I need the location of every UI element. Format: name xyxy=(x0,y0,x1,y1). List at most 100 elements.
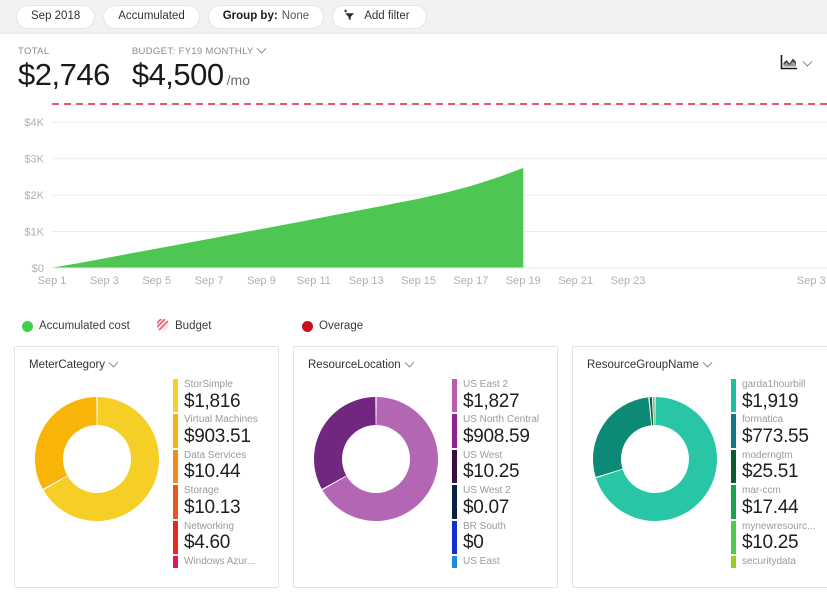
legend-item-name: Storage xyxy=(184,485,240,498)
legend-item-value: $908.59 xyxy=(463,427,539,448)
card-legend-row[interactable]: Virtual Machines$903.51 xyxy=(173,414,278,447)
donut-chart-container[interactable] xyxy=(579,377,731,571)
legend-item-value: $0.07 xyxy=(463,498,511,519)
legend-item-value: $17.44 xyxy=(742,498,798,519)
granularity-label: Accumulated xyxy=(118,11,184,23)
budget-selector[interactable]: BUDGET: FY19 MONTHLY xyxy=(132,46,265,57)
svg-text:Sep 19: Sep 19 xyxy=(506,275,541,287)
legend-item-value: $4.60 xyxy=(184,533,234,554)
card-legend-row[interactable]: BR South$0 xyxy=(452,521,557,554)
area-chart-icon xyxy=(780,54,798,75)
svg-text:Sep 23: Sep 23 xyxy=(611,275,646,287)
legend-color-swatch xyxy=(173,414,178,447)
card-title-label: ResourceGroupName xyxy=(587,359,699,371)
chevron-down-icon xyxy=(803,57,813,67)
card-legend-row[interactable]: mar-ccm$17.44 xyxy=(731,485,827,518)
legend-item-value: $1,827 xyxy=(463,392,519,413)
legend-item-value: $1,919 xyxy=(742,392,805,413)
total-caption-text: TOTAL xyxy=(18,46,50,57)
legend-color-swatch xyxy=(452,414,457,447)
card-resourcegroupname: ResourceGroupName garda1hourbill$1,919fo… xyxy=(572,346,827,588)
funnel-plus-icon xyxy=(343,8,357,26)
svg-text:Sep 11: Sep 11 xyxy=(297,275,331,287)
card-dimension-selector[interactable]: ResourceLocation xyxy=(294,347,557,371)
legend-item-value: $10.25 xyxy=(463,462,519,483)
legend-item-name: US West 2 xyxy=(463,485,511,498)
legend-color-swatch xyxy=(173,485,178,518)
card-legend-row[interactable]: StorSimple$1,816 xyxy=(173,379,278,412)
card-legend-row[interactable]: mynewresourc...$10.25 xyxy=(731,521,827,554)
donut-segment[interactable] xyxy=(593,397,651,477)
card-legend-row[interactable]: US North Central$908.59 xyxy=(452,414,557,447)
card-legend-row[interactable]: Networking$4.60 xyxy=(173,521,278,554)
legend-color-swatch xyxy=(452,521,457,554)
budget-period-suffix: /mo xyxy=(227,73,250,89)
legend-marker-hatch xyxy=(157,319,169,334)
donut-segment[interactable] xyxy=(35,397,97,489)
card-legend-row[interactable]: Data Services$10.44 xyxy=(173,450,278,483)
card-legend-row[interactable]: securitydata xyxy=(731,556,827,569)
legend-label: Accumulated cost xyxy=(39,320,130,332)
date-range-label: Sep 2018 xyxy=(31,11,80,23)
total-caption: TOTAL xyxy=(18,46,110,57)
card-legend-row[interactable]: US West$10.25 xyxy=(452,450,557,483)
legend-item-accumulated-cost[interactable]: Accumulated cost xyxy=(22,320,157,332)
donut-segment[interactable] xyxy=(314,397,376,489)
legend-item-value: $10.13 xyxy=(184,498,240,519)
card-legend-row[interactable]: Storage$10.13 xyxy=(173,485,278,518)
legend-marker-dot xyxy=(302,321,313,332)
summary-header: TOTAL $2,746 BUDGET: FY19 MONTHLY $4,500… xyxy=(0,34,827,96)
legend-item-value: $773.55 xyxy=(742,427,809,448)
svg-text:Sep 3: Sep 3 xyxy=(797,275,826,287)
card-legend-row[interactable]: formatica$773.55 xyxy=(731,414,827,447)
granularity-button[interactable]: Accumulated xyxy=(103,5,199,29)
budget-stat: BUDGET: FY19 MONTHLY $4,500 /mo xyxy=(132,46,265,93)
svg-text:Sep 13: Sep 13 xyxy=(349,275,384,287)
svg-text:$1K: $1K xyxy=(24,227,44,239)
card-legend: US East 2$1,827US North Central$908.59US… xyxy=(452,377,557,571)
chevron-down-icon xyxy=(109,357,119,367)
legend-color-swatch xyxy=(452,485,457,518)
legend-color-swatch xyxy=(731,521,736,554)
chevron-down-icon xyxy=(702,357,712,367)
card-legend-row[interactable]: garda1hourbill$1,919 xyxy=(731,379,827,412)
chevron-down-icon xyxy=(404,357,414,367)
total-value: $2,746 xyxy=(18,58,110,93)
card-legend-row[interactable]: US East 2$1,827 xyxy=(452,379,557,412)
donut-chart-container[interactable] xyxy=(21,377,173,571)
svg-text:$4K: $4K xyxy=(24,117,44,129)
card-legend-row[interactable]: US West 2$0.07 xyxy=(452,485,557,518)
legend-item-value: $25.51 xyxy=(742,462,798,483)
budget-caption-text: BUDGET: FY19 MONTHLY xyxy=(132,46,254,57)
donut-segment[interactable] xyxy=(653,397,654,425)
chart-legend: Accumulated cost Budget Overage xyxy=(0,306,827,340)
card-body: garda1hourbill$1,919formatica$773.55mode… xyxy=(573,371,827,571)
accumulated-cost-chart[interactable]: $0$1K$2K$3K$4KSep 1Sep 3Sep 5Sep 7Sep 9S… xyxy=(0,96,827,306)
legend-item-name: garda1hourbill xyxy=(742,379,805,392)
card-body: StorSimple$1,816Virtual Machines$903.51D… xyxy=(15,371,278,571)
date-range-button[interactable]: Sep 2018 xyxy=(16,5,95,29)
chart-type-button[interactable] xyxy=(780,54,811,75)
card-legend: garda1hourbill$1,919formatica$773.55mode… xyxy=(731,377,827,571)
legend-color-swatch xyxy=(173,521,178,554)
card-legend-row[interactable]: US East xyxy=(452,556,557,569)
card-title-label: MeterCategory xyxy=(29,359,105,371)
group-by-label: Group by: xyxy=(223,11,278,23)
card-dimension-selector[interactable]: MeterCategory xyxy=(15,347,278,371)
card-body: US East 2$1,827US North Central$908.59US… xyxy=(294,371,557,571)
legend-item-budget[interactable]: Budget xyxy=(157,319,302,334)
card-dimension-selector[interactable]: ResourceGroupName xyxy=(573,347,827,371)
legend-item-name: US East xyxy=(463,556,500,569)
group-by-button[interactable]: Group by: None xyxy=(208,5,324,29)
legend-item-name: Windows Azur... xyxy=(184,556,255,569)
legend-color-swatch xyxy=(731,379,736,412)
card-legend-row[interactable]: Windows Azur... xyxy=(173,556,278,569)
legend-item-overage[interactable]: Overage xyxy=(302,320,363,332)
svg-text:Sep 17: Sep 17 xyxy=(453,275,488,287)
donut-chart-container[interactable] xyxy=(300,377,452,571)
add-filter-button[interactable]: Add filter xyxy=(332,5,426,29)
legend-color-swatch xyxy=(452,379,457,412)
legend-color-swatch xyxy=(173,379,178,412)
svg-text:Sep 5: Sep 5 xyxy=(142,275,171,287)
card-legend-row[interactable]: moderngtm$25.51 xyxy=(731,450,827,483)
